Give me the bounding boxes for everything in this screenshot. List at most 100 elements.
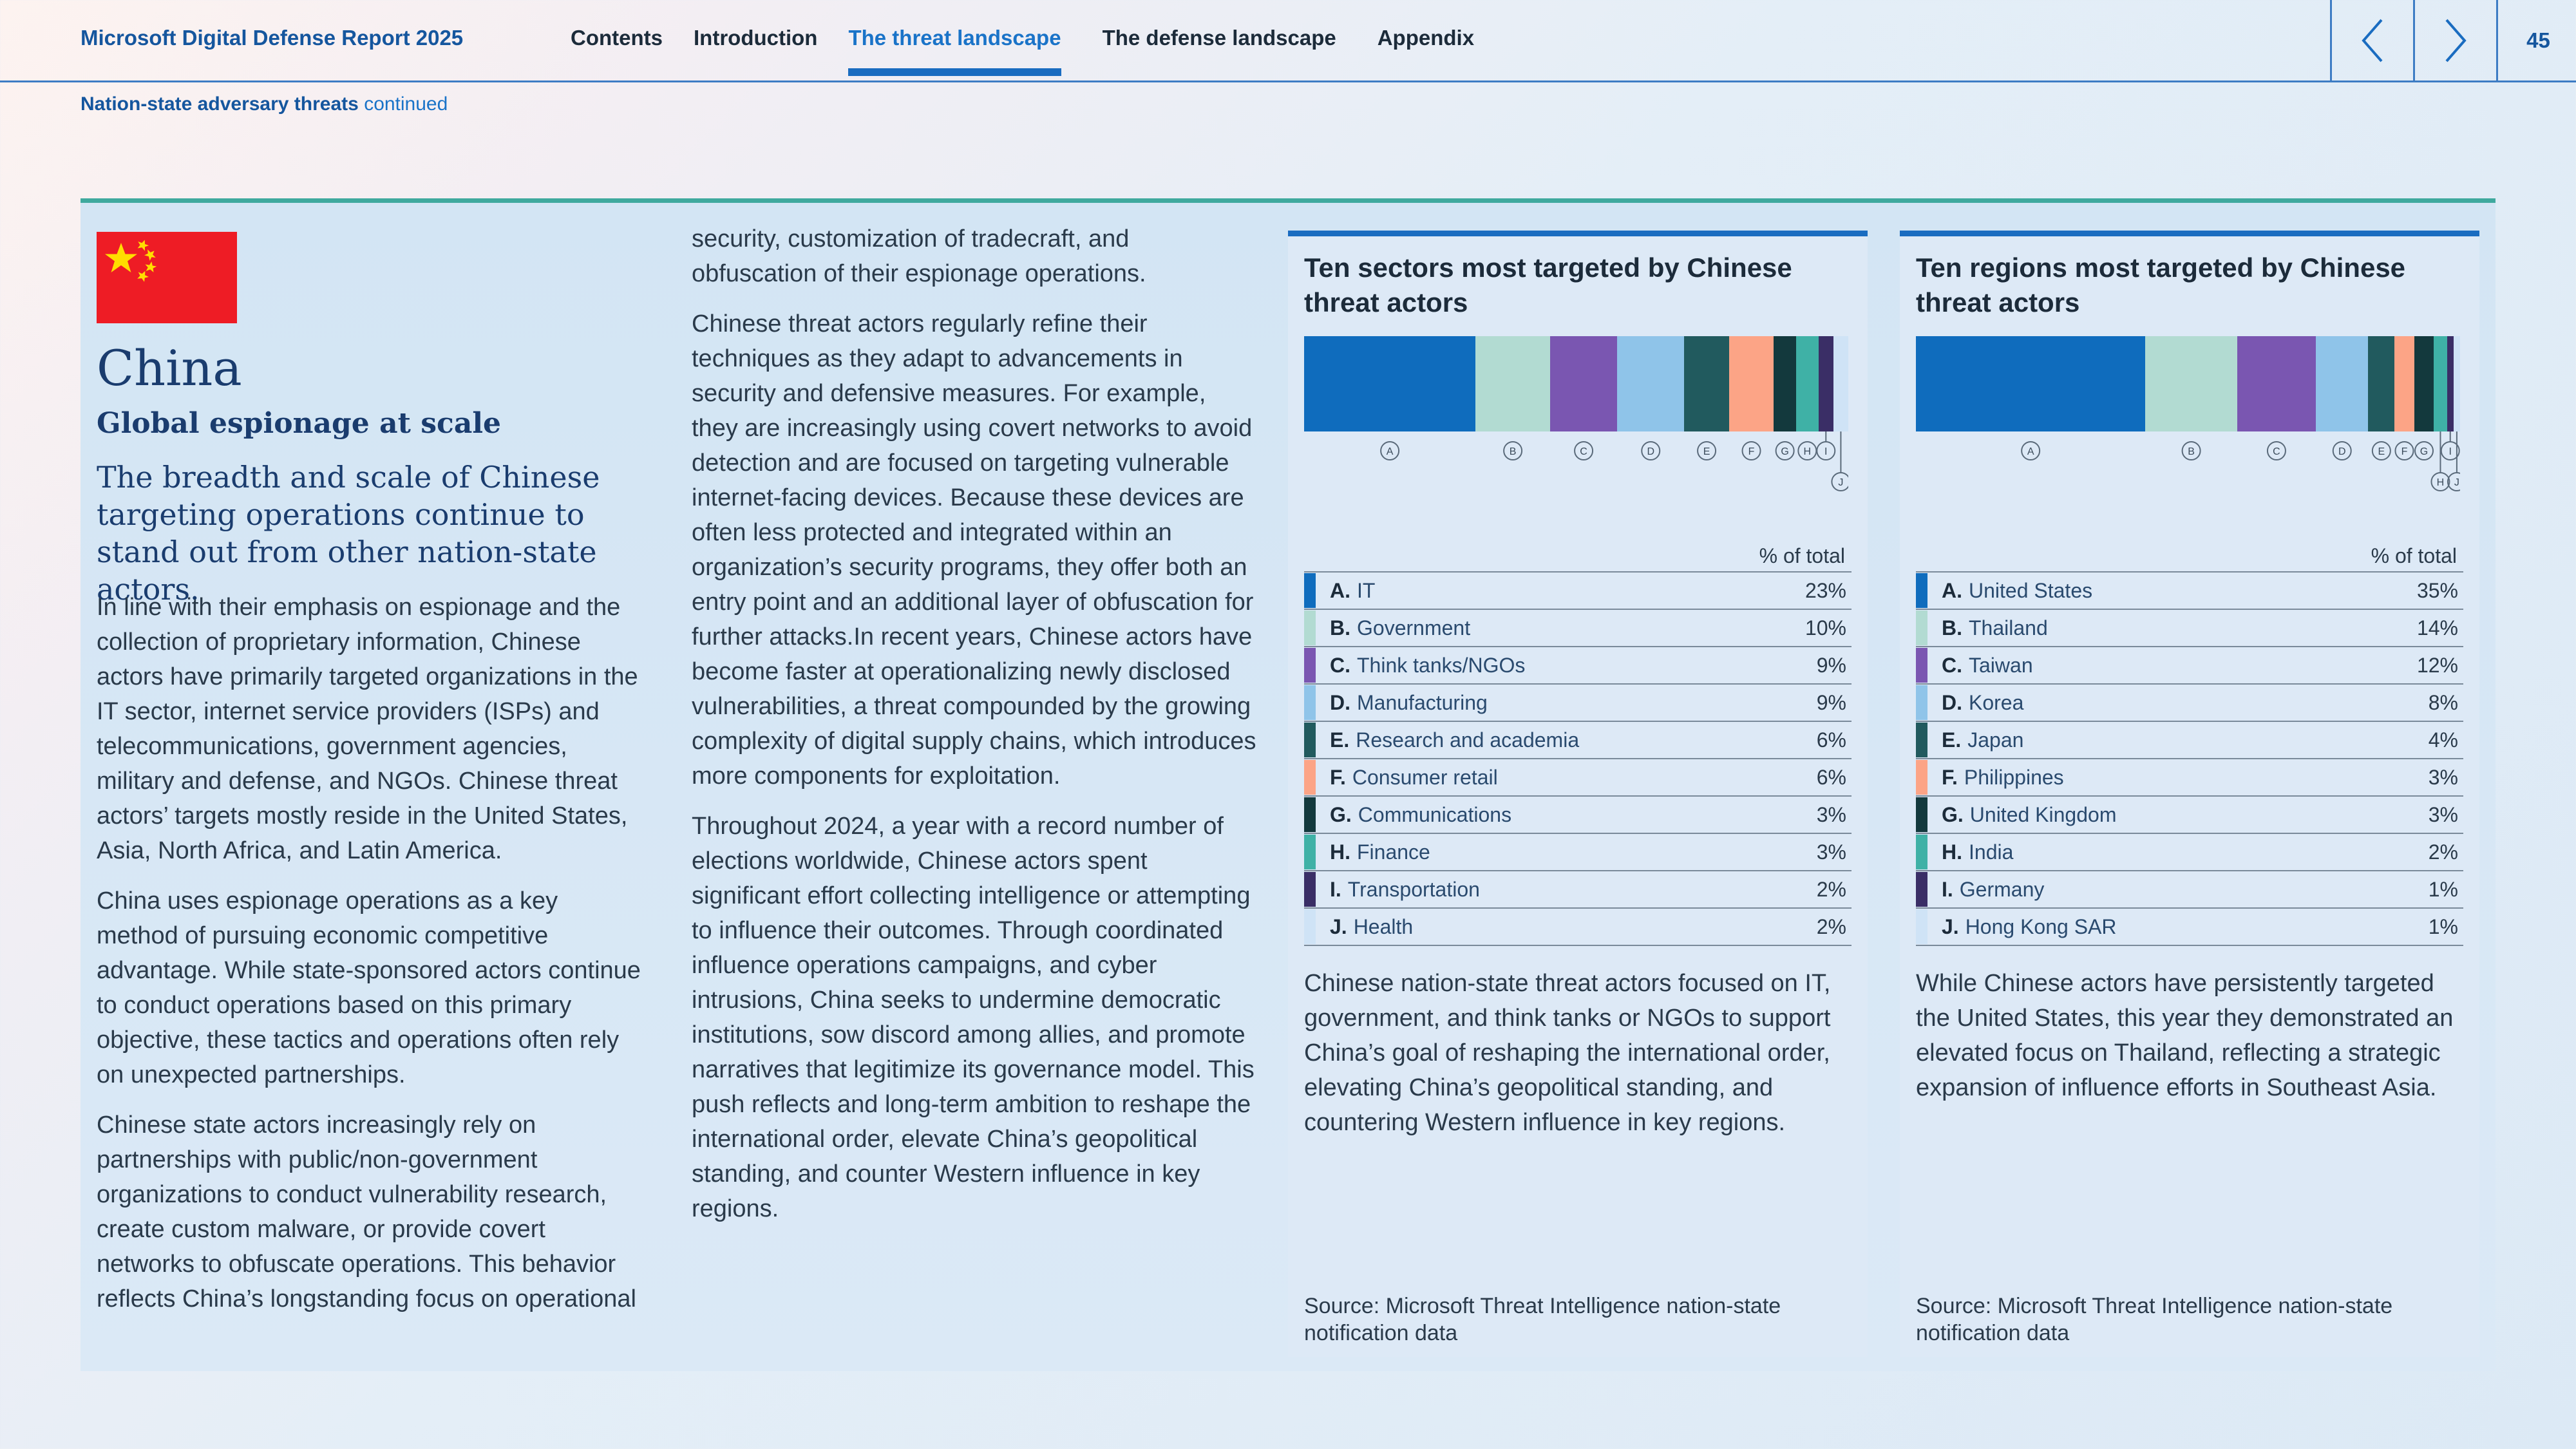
body-paragraph: security, customization of tradecraft, a…	[692, 225, 1146, 287]
row-label: Communications	[1358, 802, 1512, 826]
main-nav: Contents Introduction The threat landsca…	[571, 26, 1505, 76]
table-row: I. Transportation 2%	[1304, 871, 1852, 909]
row-value: 4%	[2428, 728, 2458, 752]
bar-segment	[1833, 336, 1848, 431]
row-label: India	[1969, 840, 2014, 864]
row-letter: F.	[1330, 765, 1346, 789]
segment-marker-label: G	[2420, 446, 2428, 457]
color-swatch	[1916, 872, 1927, 907]
table-row: H. Finance 3%	[1304, 834, 1852, 871]
table-row: C. Taiwan 12%	[1916, 647, 2463, 685]
sectors-chart-card: Ten sectors most targeted by Chinese thr…	[1288, 231, 1868, 1357]
bar-segment	[1916, 336, 2146, 431]
report-title[interactable]: Microsoft Digital Defense Report 2025	[80, 26, 463, 50]
row-label: Consumer retail	[1352, 765, 1498, 789]
segment-marker-label: D	[1647, 446, 1654, 457]
table-row: E. Japan 4%	[1916, 722, 2463, 759]
row-label: United Kingdom	[1969, 802, 2117, 826]
segment-marker-label: G	[1781, 446, 1788, 457]
row-value: 6%	[1816, 728, 1846, 752]
section-label: Nation-state adversary threats continued	[80, 93, 448, 115]
percent-column-header: % of total	[2371, 544, 2457, 567]
nav-introduction[interactable]: Introduction	[694, 26, 817, 50]
row-label: Manufacturing	[1357, 690, 1488, 714]
row-letter: D.	[1942, 690, 1962, 714]
row-value: 12%	[2416, 653, 2458, 677]
row-label: Taiwan	[1969, 653, 2033, 677]
chevron-left-icon	[2362, 19, 2383, 62]
row-value: 3%	[1816, 840, 1846, 864]
page-number: 45	[2496, 0, 2576, 80]
color-swatch	[1304, 648, 1316, 683]
table-row: G. United Kingdom 3%	[1916, 797, 2463, 834]
table-row: I. Germany 1%	[1916, 871, 2463, 909]
row-label: Hong Kong SAR	[1965, 914, 2117, 938]
row-label: Think tanks/NGOs	[1357, 653, 1526, 677]
table-row: E. Research and academia 6%	[1304, 722, 1852, 759]
segment-marker-label: F	[1748, 446, 1755, 457]
segment-marker-label: J	[2454, 477, 2459, 488]
table-row: B. Government 10%	[1304, 610, 1852, 647]
body-paragraph: Throughout 2024, a year with a record nu…	[692, 813, 1255, 1222]
table-row: D. Manufacturing 9%	[1304, 685, 1852, 722]
segment-marker-label: A	[1387, 446, 1394, 457]
body-paragraph: China uses espionage operations as a key…	[97, 887, 641, 1088]
color-swatch	[1304, 797, 1316, 832]
bar-segment	[2368, 336, 2395, 431]
previous-page-button[interactable]	[2330, 0, 2413, 80]
color-swatch	[1916, 723, 1927, 757]
regions-chart-card: Ten regions most targeted by Chinese thr…	[1900, 231, 2479, 1357]
china-flag-icon	[97, 232, 237, 323]
chart-description: Chinese nation-state threat actors focus…	[1304, 970, 1831, 1136]
segment-marker-label: A	[2027, 446, 2034, 457]
nav-defense-landscape[interactable]: The defense landscape	[1103, 26, 1336, 50]
row-value: 3%	[1816, 802, 1846, 826]
row-label: Government	[1357, 616, 1471, 639]
row-letter: G.	[1330, 802, 1352, 826]
row-value: 10%	[1804, 616, 1846, 639]
country-subtitle: Global espionage at scale	[97, 407, 502, 440]
nav-appendix[interactable]: Appendix	[1378, 26, 1474, 50]
bar-segment	[2447, 336, 2454, 431]
color-swatch	[1304, 611, 1316, 645]
bar-segment	[1549, 336, 1618, 431]
bar-segment	[2453, 336, 2460, 431]
segment-marker-label: I	[2449, 446, 2452, 457]
row-label: Philippines	[1964, 765, 2064, 789]
color-swatch	[1304, 723, 1316, 757]
row-label: Korea	[1969, 690, 2024, 714]
row-label: United States	[1969, 578, 2093, 602]
chart-title: Ten regions most targeted by Chinese thr…	[1916, 252, 2406, 317]
segment-marker-label: H	[2437, 477, 2445, 488]
bar-segment	[1818, 336, 1833, 431]
bar-segment	[2145, 336, 2237, 431]
next-page-button[interactable]	[2413, 0, 2496, 80]
nav-threat-landscape[interactable]: The threat landscape	[848, 26, 1061, 76]
bar-segment	[1774, 336, 1796, 431]
row-letter: C.	[1330, 653, 1350, 677]
top-navigation-bar: Microsoft Digital Defense Report 2025 Co…	[0, 0, 2576, 82]
table-row: J. Hong Kong SAR 1%	[1916, 909, 2463, 946]
table-row: F. Philippines 3%	[1916, 759, 2463, 797]
row-letter: A.	[1942, 578, 1962, 602]
row-letter: I.	[1330, 877, 1341, 901]
row-value: 9%	[1816, 653, 1846, 677]
nav-contents[interactable]: Contents	[571, 26, 663, 50]
color-swatch	[1304, 872, 1316, 907]
segment-marker-label: B	[2188, 446, 2195, 457]
row-letter: B.	[1942, 616, 1962, 639]
row-label: IT	[1357, 578, 1376, 602]
row-letter: H.	[1942, 840, 1962, 864]
segment-marker-label: E	[1703, 446, 1710, 457]
color-swatch	[1916, 760, 1927, 795]
color-swatch	[1916, 685, 1927, 720]
body-paragraph: Chinese threat actors regularly refine t…	[692, 310, 1256, 790]
table-row: A. United States 35%	[1916, 573, 2463, 610]
color-swatch	[1916, 909, 1927, 944]
row-letter: A.	[1330, 578, 1350, 602]
chart-table: A. United States 35% B. Thailand 14% C. Taiwan 1…	[1916, 571, 2463, 946]
row-value: 2%	[1816, 877, 1846, 901]
segment-marker-label: D	[2338, 446, 2346, 457]
segment-marker-label: F	[2401, 446, 2408, 457]
row-letter: D.	[1330, 690, 1350, 714]
